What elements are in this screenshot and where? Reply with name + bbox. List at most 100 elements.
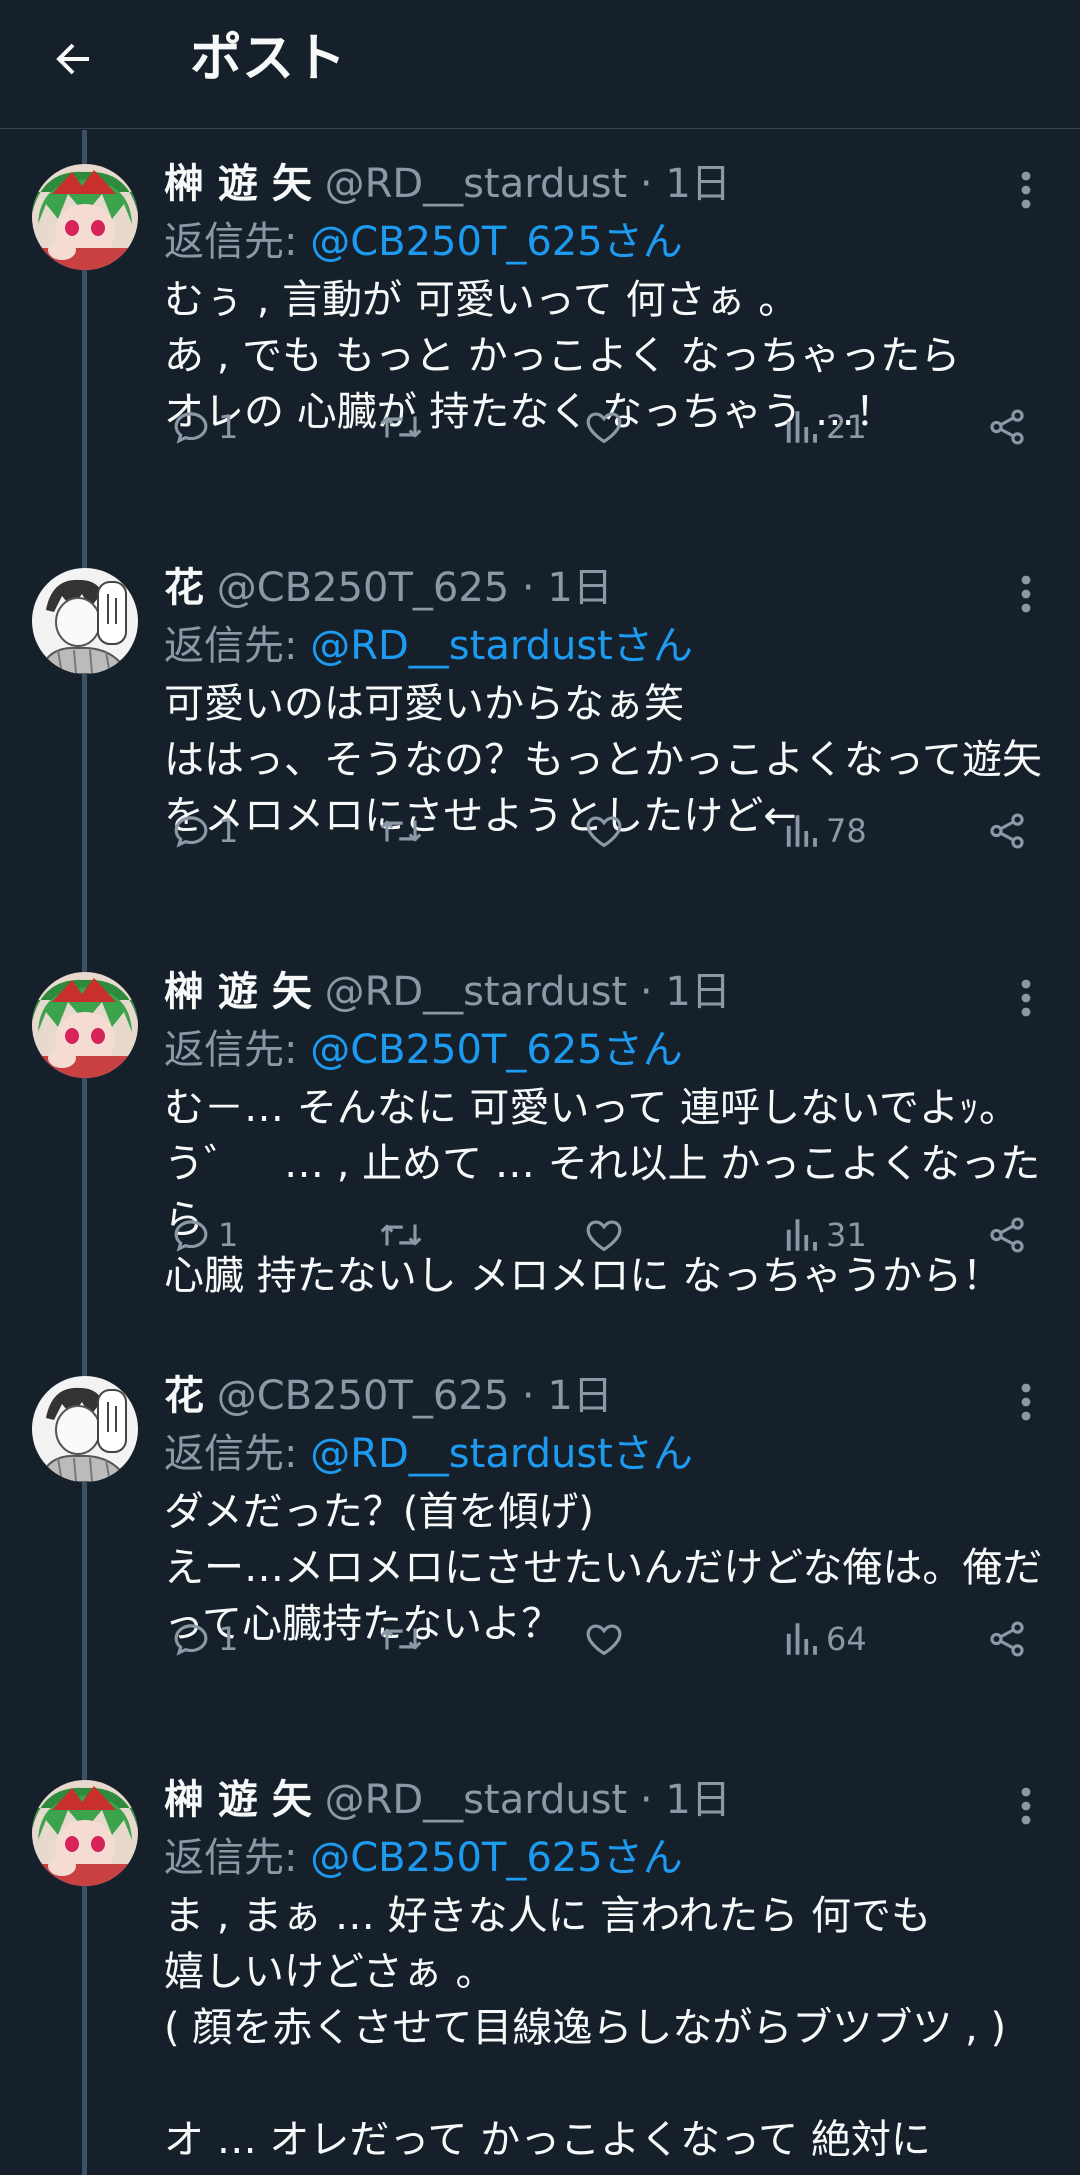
retweet-button[interactable] xyxy=(370,1200,426,1270)
author-handle[interactable]: @RD__stardust xyxy=(325,969,628,1015)
reply-to-mention[interactable]: @RD__stardustさん xyxy=(310,623,693,669)
reply-button[interactable]: 1 xyxy=(164,392,238,462)
views-count: 78 xyxy=(826,812,867,850)
share-button[interactable] xyxy=(980,392,1028,462)
share-button[interactable] xyxy=(980,796,1028,866)
tweet-actions: 1 21 xyxy=(164,392,1044,462)
tweet-header: 榊 遊 矢 @RD__stardust · 1日 xyxy=(164,1772,731,1828)
reply-to-mention[interactable]: @CB250T_625さん xyxy=(310,219,683,265)
views-count: 31 xyxy=(826,1216,867,1254)
like-icon xyxy=(582,1618,626,1660)
timestamp: 1日 xyxy=(547,565,613,611)
tweet[interactable]: 榊 遊 矢 @RD__stardust · 1日返信先: @CB250T_625… xyxy=(0,938,1080,1342)
more-button[interactable] xyxy=(998,972,1054,1028)
reply-to: 返信先: @CB250T_625さん xyxy=(164,1830,683,1886)
more-button[interactable] xyxy=(998,164,1054,220)
retweet-button[interactable] xyxy=(370,1604,426,1674)
share-icon xyxy=(986,1214,1028,1256)
separator: · xyxy=(627,1777,666,1823)
views-count: 21 xyxy=(826,408,867,446)
reply-icon xyxy=(170,406,212,448)
share-icon xyxy=(986,810,1028,852)
like-button[interactable] xyxy=(576,392,626,462)
author-handle[interactable]: @RD__stardust xyxy=(325,1777,628,1823)
timestamp: 1日 xyxy=(665,161,731,207)
tweet[interactable]: 花 @CB250T_625 · 1日 返信先: @RD__stardustさん 可愛… xyxy=(0,534,1080,938)
author-handle[interactable]: @CB250T_625 xyxy=(217,565,510,611)
like-button[interactable] xyxy=(576,1200,626,1270)
reply-icon xyxy=(170,810,212,852)
reply-count: 1 xyxy=(218,812,239,850)
avatar[interactable] xyxy=(32,972,138,1078)
author-name[interactable]: 花 xyxy=(164,565,204,611)
reply-to-mention[interactable]: @RD__stardustさん xyxy=(310,1431,693,1477)
avatar[interactable] xyxy=(32,1376,138,1482)
avatar[interactable] xyxy=(32,164,138,270)
reply-to-label: 返信先: xyxy=(164,1027,298,1073)
more-button[interactable] xyxy=(998,1376,1054,1432)
share-button[interactable] xyxy=(980,1604,1028,1674)
author-name[interactable]: 榊 遊 矢 xyxy=(164,969,312,1015)
more-vertical-icon xyxy=(1020,978,1032,1022)
separator: · xyxy=(509,1373,548,1419)
author-handle[interactable]: @RD__stardust xyxy=(325,161,628,207)
retweet-button[interactable] xyxy=(370,796,426,866)
more-button[interactable] xyxy=(998,568,1054,624)
reply-icon xyxy=(170,1618,212,1660)
views-button[interactable]: 31 xyxy=(776,1200,867,1270)
reply-button[interactable]: 1 xyxy=(164,796,238,866)
more-vertical-icon xyxy=(1020,1382,1032,1426)
timestamp: 1日 xyxy=(665,969,731,1015)
tweet-text: む－… そんなに 可愛いって 連呼しないでよｯ。 う゛ … , 止めて … それ… xyxy=(164,1085,1041,1299)
like-icon xyxy=(582,1214,626,1256)
views-icon xyxy=(782,1214,820,1256)
more-button[interactable] xyxy=(998,1780,1054,1836)
reply-to: 返信先: @CB250T_625さん xyxy=(164,1022,683,1078)
reply-to-label: 返信先: xyxy=(164,1835,298,1881)
share-button[interactable] xyxy=(980,1200,1028,1270)
views-icon xyxy=(782,810,820,852)
tweet[interactable]: 榊 遊 矢 @RD__stardust · 1日 返信先: @CB250T_625… xyxy=(0,1746,1080,2163)
retweet-button[interactable] xyxy=(370,392,426,462)
reply-to-mention[interactable]: @CB250T_625さん xyxy=(310,1027,683,1073)
views-button[interactable]: 21 xyxy=(776,392,867,462)
tweet-actions: 1 78 xyxy=(164,796,1044,866)
tweet-actions: 1 64 xyxy=(164,1604,1044,1674)
like-button[interactable] xyxy=(576,1604,626,1674)
reply-to: 返信先: @RD__stardustさん xyxy=(164,618,693,674)
tweet-header: 花 @CB250T_625 · 1日 xyxy=(164,560,613,616)
tweet[interactable]: 花 @CB250T_625 · 1日 返信先: @RD__stardustさん ダメ… xyxy=(0,1342,1080,1746)
views-icon xyxy=(782,406,820,448)
more-vertical-icon xyxy=(1020,170,1032,214)
share-icon xyxy=(986,1618,1028,1660)
tweet-text: ま , まぁ … 好きな人に 言われたら 何でも 嬉しいけどさぁ 。 ( 顔を赤… xyxy=(164,1893,1007,2163)
views-button[interactable]: 78 xyxy=(776,796,867,866)
arrow-left-icon xyxy=(56,43,89,75)
top-bar: ポスト xyxy=(0,0,1080,129)
reply-to-mention[interactable]: @CB250T_625さん xyxy=(310,1835,683,1881)
author-name[interactable]: 花 xyxy=(164,1373,204,1419)
avatar[interactable] xyxy=(32,1780,138,1886)
separator: · xyxy=(509,565,548,611)
tweet[interactable]: 榊 遊 矢 @RD__stardust · 1日 返信先: @CB250T_625… xyxy=(0,130,1080,534)
reply-to-label: 返信先: xyxy=(164,1431,298,1477)
like-icon xyxy=(582,810,626,852)
timestamp: 1日 xyxy=(665,1777,731,1823)
views-icon xyxy=(782,1618,820,1660)
views-count: 64 xyxy=(826,1620,867,1658)
separator: · xyxy=(627,969,666,1015)
author-name[interactable]: 榊 遊 矢 xyxy=(164,1777,312,1823)
author-handle[interactable]: @CB250T_625 xyxy=(217,1373,510,1419)
reply-button[interactable]: 1 xyxy=(164,1200,238,1270)
like-button[interactable] xyxy=(576,796,626,866)
back-button[interactable] xyxy=(36,22,110,96)
reply-button[interactable]: 1 xyxy=(164,1604,238,1674)
tweet-header: 榊 遊 矢 @RD__stardust · 1日 xyxy=(164,156,731,212)
author-name[interactable]: 榊 遊 矢 xyxy=(164,161,312,207)
views-button[interactable]: 64 xyxy=(776,1604,867,1674)
reply-to: 返信先: @RD__stardustさん xyxy=(164,1426,693,1482)
retweet-icon xyxy=(376,406,426,448)
retweet-icon xyxy=(376,1214,426,1256)
retweet-icon xyxy=(376,810,426,852)
avatar[interactable] xyxy=(32,568,138,674)
